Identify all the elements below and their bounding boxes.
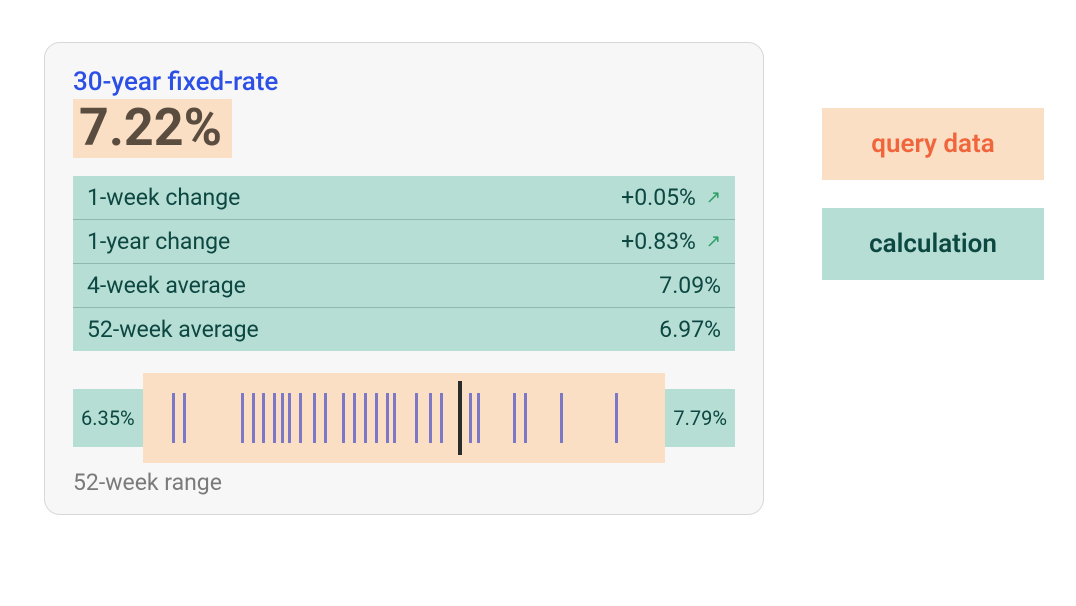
- rate-card: 30-year fixed-rate 7.22% 1-week change +…: [44, 42, 764, 515]
- strip-tick: [415, 393, 418, 443]
- strip-tick: [477, 393, 480, 443]
- legend-calculation: calculation: [822, 208, 1044, 280]
- strip-tick: [252, 393, 255, 443]
- strip-tick: [262, 393, 265, 443]
- table-row: 1-week change +0.05% ↗: [73, 176, 735, 219]
- legend: query data calculation: [822, 108, 1044, 280]
- stat-value: 6.97%: [659, 316, 721, 343]
- headline-rate: 7.22%: [73, 99, 232, 158]
- strip-tick: [393, 393, 396, 443]
- trend-up-icon: ↗: [706, 187, 721, 208]
- strip-tick: [353, 393, 356, 443]
- table-row: 4-week average 7.09%: [73, 263, 735, 307]
- strip-tick: [273, 393, 276, 443]
- card-title: 30-year fixed-rate: [73, 67, 735, 97]
- strip-tick: [299, 393, 302, 443]
- strip-tick: [615, 393, 618, 443]
- stat-value: +0.05%: [621, 184, 696, 211]
- legend-query-data: query data: [822, 108, 1044, 180]
- table-row: 1-year change +0.83% ↗: [73, 219, 735, 263]
- strip-tick: [313, 393, 316, 443]
- strip-tick: [281, 393, 284, 443]
- stat-label: 1-year change: [87, 228, 230, 255]
- range-low: 6.35%: [73, 389, 143, 447]
- strip-tick: [429, 393, 432, 443]
- strip-tick: [324, 393, 327, 443]
- table-row: 52-week average 6.97%: [73, 307, 735, 351]
- strip-tick: [524, 393, 527, 443]
- strip-tick: [183, 393, 186, 443]
- strip-tick: [513, 393, 516, 443]
- strip-tick: [241, 393, 244, 443]
- stat-value: 7.09%: [659, 272, 721, 299]
- stat-label: 1-week change: [87, 184, 240, 211]
- range-caption: 52-week range: [73, 469, 735, 496]
- trend-up-icon: ↗: [706, 231, 721, 252]
- strip-tick: [560, 393, 563, 443]
- strip-tick: [440, 393, 443, 443]
- stat-label: 4-week average: [87, 272, 246, 299]
- range-high: 7.79%: [665, 389, 735, 447]
- range-strip: 6.35% 7.79%: [73, 373, 735, 463]
- stat-label: 52-week average: [87, 316, 259, 343]
- stat-value: +0.83%: [621, 228, 696, 255]
- strip-tick: [172, 393, 175, 443]
- strip-current-marker: [458, 381, 462, 455]
- stats-table: 1-week change +0.05% ↗ 1-year change +0.…: [73, 176, 735, 351]
- strip-tick: [342, 393, 345, 443]
- strip-tick: [386, 393, 389, 443]
- strip-plot: [143, 373, 666, 463]
- strip-tick: [288, 393, 291, 443]
- strip-tick: [469, 393, 472, 443]
- strip-tick: [375, 393, 378, 443]
- strip-tick: [364, 393, 367, 443]
